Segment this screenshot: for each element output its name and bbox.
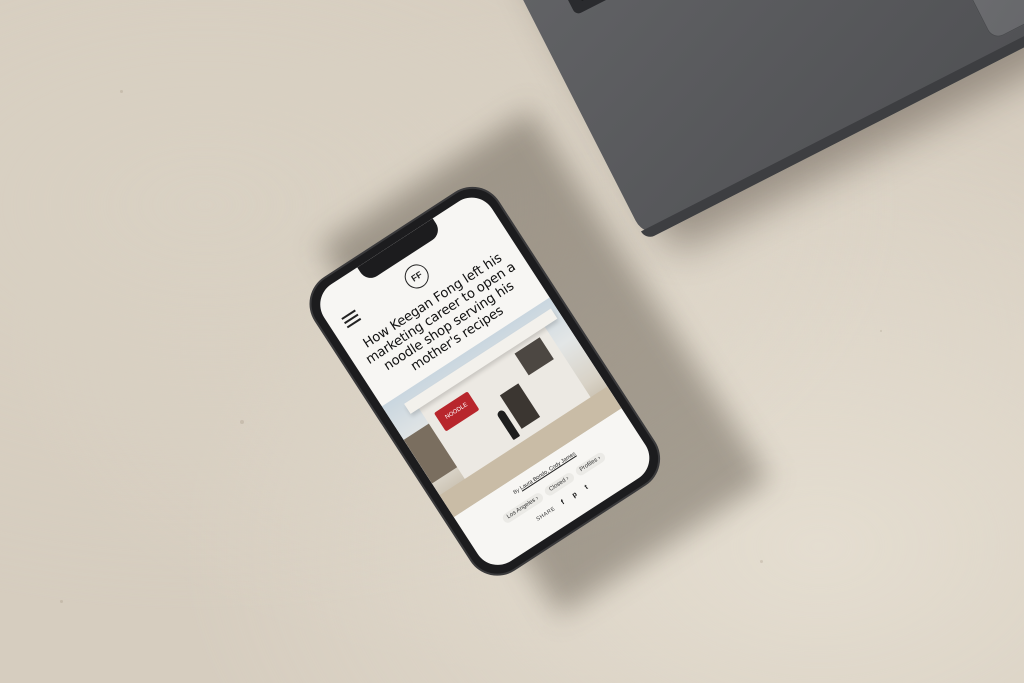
surface-speck bbox=[120, 90, 123, 93]
surface-speck bbox=[60, 600, 63, 603]
surface-speck bbox=[880, 330, 882, 332]
share-label: SHARE bbox=[535, 505, 557, 523]
surface-speck bbox=[240, 420, 244, 424]
site-logo[interactable]: FF bbox=[400, 259, 434, 294]
facebook-icon[interactable]: f bbox=[558, 498, 569, 508]
hamburger-menu-icon[interactable] bbox=[341, 309, 362, 329]
twitter-icon[interactable]: t bbox=[582, 482, 593, 492]
surface-speck bbox=[760, 560, 763, 563]
pinterest-icon[interactable]: p bbox=[570, 490, 581, 500]
